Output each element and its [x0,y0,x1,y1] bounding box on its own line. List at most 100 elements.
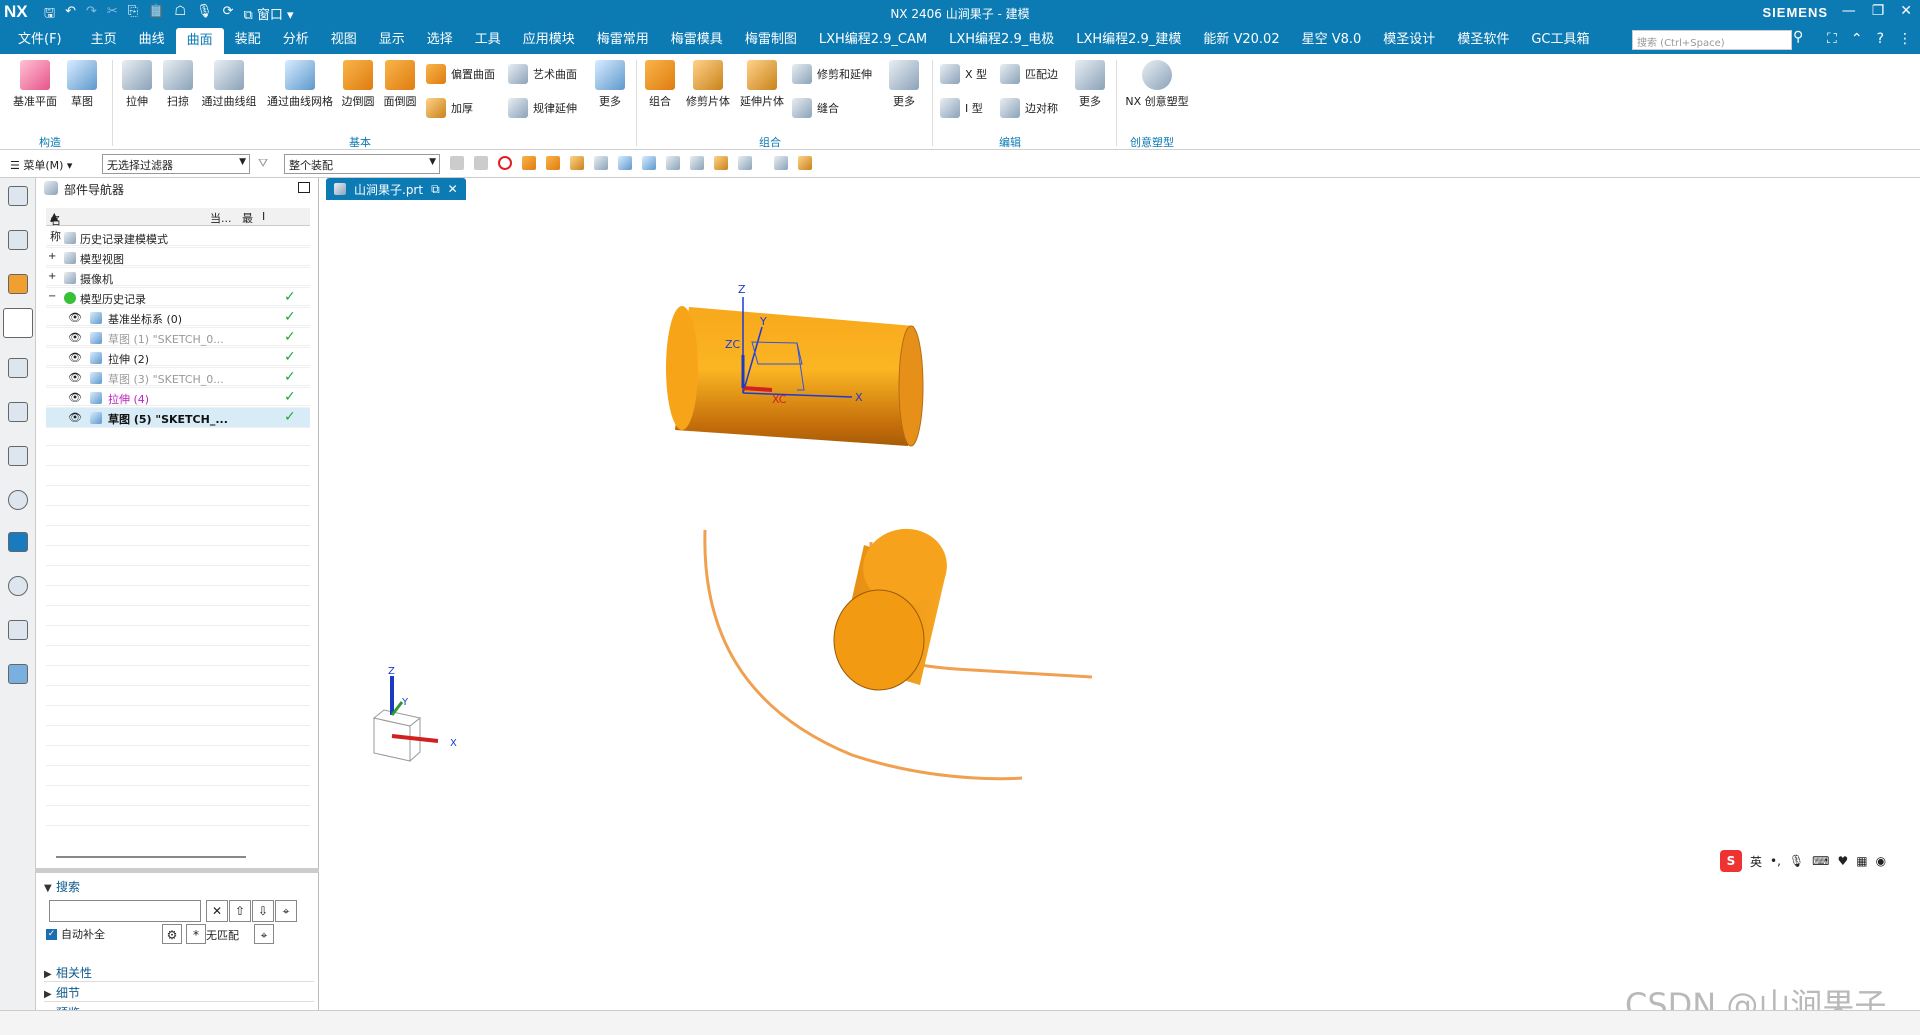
toolbox-icon[interactable]: ▦ [1856,854,1867,868]
trim-sheet-button[interactable]: 修剪片体 [682,60,734,109]
menu-item-9[interactable]: 工具 [464,26,512,54]
column-current[interactable]: 当... [210,210,232,226]
clear-search-icon[interactable]: ✕ [206,900,228,922]
snap-point-icon[interactable] [798,156,812,170]
settings-icon[interactable] [8,186,28,206]
menu-item-8[interactable]: 选择 [416,26,464,54]
keyboard-icon[interactable]: ⌨ [1812,854,1829,868]
datum-plane-button[interactable]: 基准平面 [10,60,60,109]
tree-row[interactable]: + 摄像机 [46,268,310,288]
info-icon[interactable] [8,490,28,510]
tree-row[interactable]: 👁 草图 (1) "SKETCH_0... ✓ [46,328,310,348]
tree-row[interactable]: + 模型视图 [46,248,310,268]
body-filter-icon[interactable] [522,156,536,170]
details-section[interactable]: ▶ 细节 [44,984,314,1002]
edit-more-button[interactable]: 更多 [1070,60,1110,109]
sew-button[interactable]: 缝合 [792,98,839,118]
menu-item-12[interactable]: 梅雷模具 [660,26,734,54]
filter-icon[interactable]: ⛛ [258,156,268,171]
panel-splitter[interactable] [36,868,319,873]
sketch-button[interactable]: 草图 [62,60,102,109]
snap-icon[interactable] [474,156,488,170]
previous-match-icon[interactable]: ⇧ [229,900,251,922]
visibility-eye-icon[interactable]: 👁 [68,351,82,364]
face-blend-button[interactable]: 面倒圆 [380,60,420,109]
assembly-navigator-icon[interactable] [8,230,28,250]
model-view[interactable]: Z Y X ZC XC Z Y X [322,200,1920,1010]
tree-row[interactable]: − 模型历史记录 ✓ [46,288,310,308]
visibility-eye-icon[interactable]: 👁 [68,371,82,384]
column-latest[interactable]: 最 [242,210,253,226]
restore-icon[interactable]: ❐ [1872,3,1885,19]
cylinder-end-face-1-right[interactable] [898,325,924,447]
navigator-search-input[interactable] [49,900,201,922]
ime-language-toggle[interactable]: 英 [1750,853,1762,870]
combine-more-button[interactable]: 更多 [884,60,924,109]
column-extra[interactable]: I [262,210,265,223]
minimize-icon[interactable]: — [1842,3,1856,19]
punctuation-icon[interactable]: •, [1770,854,1781,868]
microphone-icon[interactable]: 🎙 [1789,854,1804,868]
menu-item-1[interactable]: 主页 [80,26,128,54]
trim-and-extend-button[interactable]: 修剪和延伸 [792,64,872,84]
edge-symmetry-button[interactable]: 边对称 [1000,98,1058,118]
menu-item-21[interactable]: GC工具箱 [1520,26,1600,54]
collapse-ribbon-icon[interactable]: ⌃ [1851,31,1863,47]
menu-item-0[interactable]: 文件(F) [0,26,80,54]
graphics-window[interactable]: Z Y X ZC XC Z Y X [322,200,1920,1010]
snap-point-icon[interactable] [774,156,788,170]
studio-surface-button[interactable]: 艺术曲面 [508,64,577,84]
web-browser-icon[interactable] [8,446,28,466]
highlight-icon[interactable]: ⌖ [254,924,274,944]
search-icon[interactable]: ⚲ [1793,29,1803,45]
expand-icon[interactable]: + [48,251,56,262]
tree-row[interactable]: 👁 拉伸 (4) ✓ [46,388,310,408]
point-filter-icon[interactable] [642,156,656,170]
tree-row[interactable]: 👁 草图 (5) "SKETCH_... ✓ [46,408,310,428]
document-tab[interactable]: 山涧果子.prt ⧉ ✕ [326,178,466,200]
snap-icon[interactable] [450,156,464,170]
menu-item-13[interactable]: 梅雷制图 [734,26,808,54]
selection-scope-dropdown[interactable]: 整个装配 ▼ [284,154,440,174]
dependencies-section[interactable]: ▶ 相关性 [44,964,314,982]
menu-item-18[interactable]: 星空 V8.0 [1291,26,1373,54]
visibility-eye-icon[interactable]: 👁 [68,311,82,324]
collapse-icon[interactable]: − [48,291,56,302]
snap-point-icon[interactable] [690,156,704,170]
close-icon[interactable]: ✕ [1900,3,1912,19]
menu-item-19[interactable]: 模圣设计 [1372,26,1446,54]
menu-item-14[interactable]: LXH编程2.9_CAM [808,26,938,54]
no-selection-icon[interactable] [498,156,512,170]
constraint-navigator-icon[interactable] [8,274,28,294]
selection-filter-dropdown[interactable]: 无选择过滤器 ▼ [102,154,250,174]
tab-float-icon[interactable]: ⧉ [431,182,440,197]
snap-point-icon[interactable] [666,156,680,170]
main-menu-button[interactable]: ☰ 菜单(M) ▾ [10,157,72,173]
face-filter-icon[interactable] [546,156,560,170]
help-icon[interactable]: ? [1877,31,1884,47]
snap-point-icon[interactable] [738,156,752,170]
tree-row[interactable]: 历史记录建模模式 [46,228,310,248]
basic-more-button[interactable]: 更多 [590,60,630,109]
snap-point-icon[interactable] [714,156,728,170]
tools-icon[interactable] [8,620,28,640]
expand-icon[interactable]: + [48,271,56,282]
sweep-button[interactable]: 扫掠 [160,60,196,109]
ime-menu-icon[interactable]: ◉ [1876,854,1886,868]
menu-item-11[interactable]: 梅雷常用 [586,26,660,54]
maximize-icon[interactable] [298,182,310,193]
fullscreen-icon[interactable]: ⛶ [1827,31,1837,47]
visibility-eye-icon[interactable]: 👁 [68,391,82,404]
solid-filter-icon[interactable] [570,156,584,170]
sheet-filter-icon[interactable] [594,156,608,170]
visibility-eye-icon[interactable]: 👁 [68,331,82,344]
horizontal-scrollbar[interactable] [56,856,246,858]
next-match-icon[interactable]: ⇩ [252,900,274,922]
law-extension-button[interactable]: 规律延伸 [508,98,577,118]
menu-item-16[interactable]: LXH编程2.9_建模 [1065,26,1192,54]
menu-item-3[interactable]: 曲面 [175,28,224,54]
wildcard-icon[interactable]: * [186,924,206,944]
menu-item-10[interactable]: 应用模块 [512,26,586,54]
menu-item-15[interactable]: LXH编程2.9_电极 [938,26,1065,54]
hd3d-tools-icon[interactable] [8,402,28,422]
